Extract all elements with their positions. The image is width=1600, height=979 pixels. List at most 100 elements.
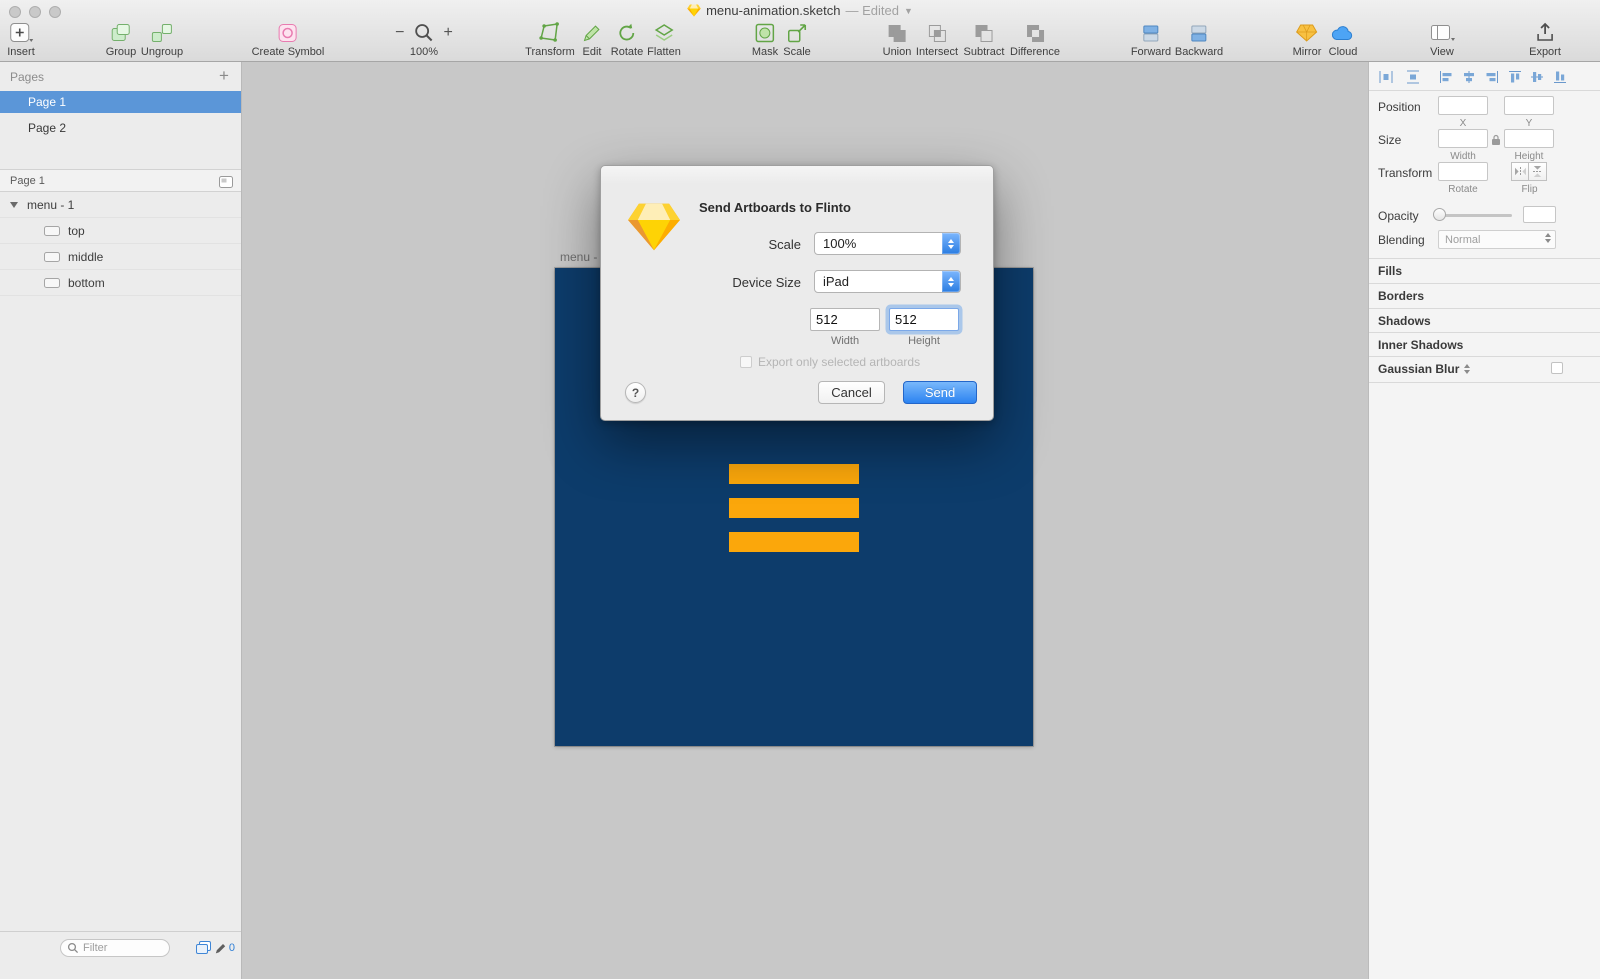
scale-icon [787, 23, 806, 42]
menu-bar-middle[interactable] [729, 498, 859, 518]
opacity-input[interactable] [1523, 206, 1556, 223]
toolbar-forward-button[interactable]: Forward [1131, 20, 1171, 58]
toolbar-cloud-button[interactable]: Cloud [1329, 20, 1357, 58]
toolbar-label: Export [1529, 46, 1561, 58]
divider [1369, 258, 1600, 259]
intersect-icon [929, 24, 946, 42]
align-right-icon[interactable] [1484, 69, 1500, 85]
toolbar-flatten-button[interactable]: Flatten [647, 20, 681, 58]
width-input[interactable] [810, 308, 880, 331]
toolbar-label: Scale [783, 46, 811, 58]
toolbar-union-button[interactable]: Union [883, 20, 911, 58]
layer-row-middle[interactable]: middle [0, 245, 241, 270]
distribute-horizontally-icon[interactable] [1378, 69, 1394, 85]
magnifier-icon[interactable] [414, 22, 435, 43]
position-x-input[interactable] [1438, 96, 1488, 115]
position-label: Position [1378, 100, 1421, 114]
window-title: menu-animation.sketch [706, 3, 841, 18]
toolbar-label: Rotate [610, 46, 644, 58]
checkbox-icon[interactable] [740, 356, 752, 368]
disclosure-triangle-icon[interactable] [10, 202, 18, 208]
align-middle-vertical-icon[interactable] [1529, 69, 1545, 85]
page-item-page2[interactable]: Page 2 [0, 117, 241, 139]
toolbar-ungroup-button[interactable]: Ungroup [141, 20, 183, 58]
toolbar-label: Forward [1130, 46, 1172, 58]
divider [1369, 356, 1600, 357]
lock-aspect-icon[interactable] [1491, 133, 1501, 151]
height-input[interactable] [889, 308, 959, 331]
gaussian-blur-checkbox[interactable] [1551, 362, 1563, 374]
align-top-icon[interactable] [1507, 69, 1523, 85]
zoom-out-button[interactable]: − [395, 24, 404, 41]
toolbar-create-symbol-button[interactable]: Create Symbol [251, 20, 325, 58]
position-y-input[interactable] [1504, 96, 1554, 115]
toolbar-subtract-button[interactable]: Subtract [964, 20, 1004, 58]
toolbar-transform-button[interactable]: Transform [525, 20, 575, 58]
create-symbol-icon [278, 23, 297, 42]
blending-dropdown[interactable]: Normal [1438, 230, 1556, 249]
zoom-in-button[interactable]: + [444, 24, 453, 41]
device-size-dropdown[interactable]: iPad [814, 270, 961, 293]
export-selected-option[interactable]: Export only selected artboards [740, 355, 920, 369]
x-axis-label: X [1459, 118, 1467, 129]
duplicate-pages-icon[interactable] [196, 941, 211, 954]
cloud-icon [1332, 25, 1353, 40]
toolbar-difference-button[interactable]: Difference [1010, 20, 1060, 58]
toolbar-label: Create Symbol [251, 46, 325, 58]
subtract-icon [976, 24, 993, 42]
toolbar-mask-button[interactable]: Mask [752, 20, 778, 58]
zoom-level: 100% [409, 46, 439, 58]
align-bottom-icon[interactable] [1552, 69, 1568, 85]
title-chevron-icon[interactable]: ▼ [904, 6, 913, 16]
send-button[interactable]: Send [903, 381, 977, 404]
toolbar-export-button[interactable]: Export [1529, 20, 1561, 58]
help-button[interactable]: ? [625, 382, 646, 403]
section-inner-shadows[interactable]: Inner Shadows [1378, 338, 1463, 352]
flip-horizontal-button[interactable] [1511, 162, 1529, 181]
scale-dropdown[interactable]: 100% [814, 232, 961, 255]
sketch-logo-icon [627, 202, 681, 257]
layer-row-top[interactable]: top [0, 219, 241, 244]
toolbar-backward-button[interactable]: Backward [1175, 20, 1223, 58]
section-gaussian-blur[interactable]: Gaussian Blur [1378, 362, 1471, 376]
toolbar-mirror-button[interactable]: Mirror [1293, 20, 1321, 58]
size-width-input[interactable] [1438, 129, 1488, 148]
toolbar-group-button[interactable]: Group [106, 20, 136, 58]
add-page-button[interactable]: + [215, 66, 233, 86]
rect-layer-icon [44, 278, 60, 288]
toolbar-scale-button[interactable]: Scale [783, 20, 811, 58]
edit-count-badge[interactable]: 0 [215, 942, 235, 954]
section-shadows[interactable]: Shadows [1378, 314, 1431, 328]
section-borders[interactable]: Borders [1378, 289, 1424, 303]
layer-row-bottom[interactable]: bottom [0, 271, 241, 296]
distribute-vertically-icon[interactable] [1405, 69, 1421, 85]
toolbar-view-button[interactable]: View [1429, 20, 1455, 58]
align-left-icon[interactable] [1438, 69, 1454, 85]
toolbar-rotate-button[interactable]: Rotate [611, 20, 643, 58]
filter-input[interactable] [83, 942, 161, 954]
opacity-slider-knob[interactable] [1433, 208, 1446, 221]
layer-list-sidebar: Pages + Page 1 Page 2 Page 1 menu - 1 to… [0, 62, 242, 979]
filter-field[interactable] [60, 939, 170, 957]
section-fills[interactable]: Fills [1378, 264, 1402, 278]
group-icon [111, 23, 130, 41]
toolbar-label: Difference [1010, 46, 1060, 58]
artboard-list-icon[interactable] [219, 175, 233, 193]
rotate-input[interactable] [1438, 162, 1488, 181]
cancel-button[interactable]: Cancel [818, 381, 885, 404]
height-axis-label: Height [1514, 151, 1544, 162]
menu-bar-top[interactable] [729, 464, 859, 484]
size-height-input[interactable] [1504, 129, 1554, 148]
flip-vertical-button[interactable] [1529, 162, 1547, 181]
toolbar-insert-button[interactable]: Insert [7, 20, 35, 58]
align-center-horizontal-icon[interactable] [1461, 69, 1477, 85]
layer-row-artboard[interactable]: menu - 1 [0, 193, 241, 218]
page-item-page1[interactable]: Page 1 [0, 91, 241, 113]
toolbar-edit-button[interactable]: Edit [580, 20, 604, 58]
menu-bar-bottom[interactable] [729, 532, 859, 552]
opacity-slider[interactable] [1438, 214, 1512, 217]
toolbar-intersect-button[interactable]: Intersect [916, 20, 958, 58]
alignment-toolbar [1369, 62, 1600, 91]
gaussian-blur-label: Gaussian Blur [1378, 362, 1460, 376]
window-title-area: menu-animation.sketch — Edited ▼ [0, 3, 1600, 18]
